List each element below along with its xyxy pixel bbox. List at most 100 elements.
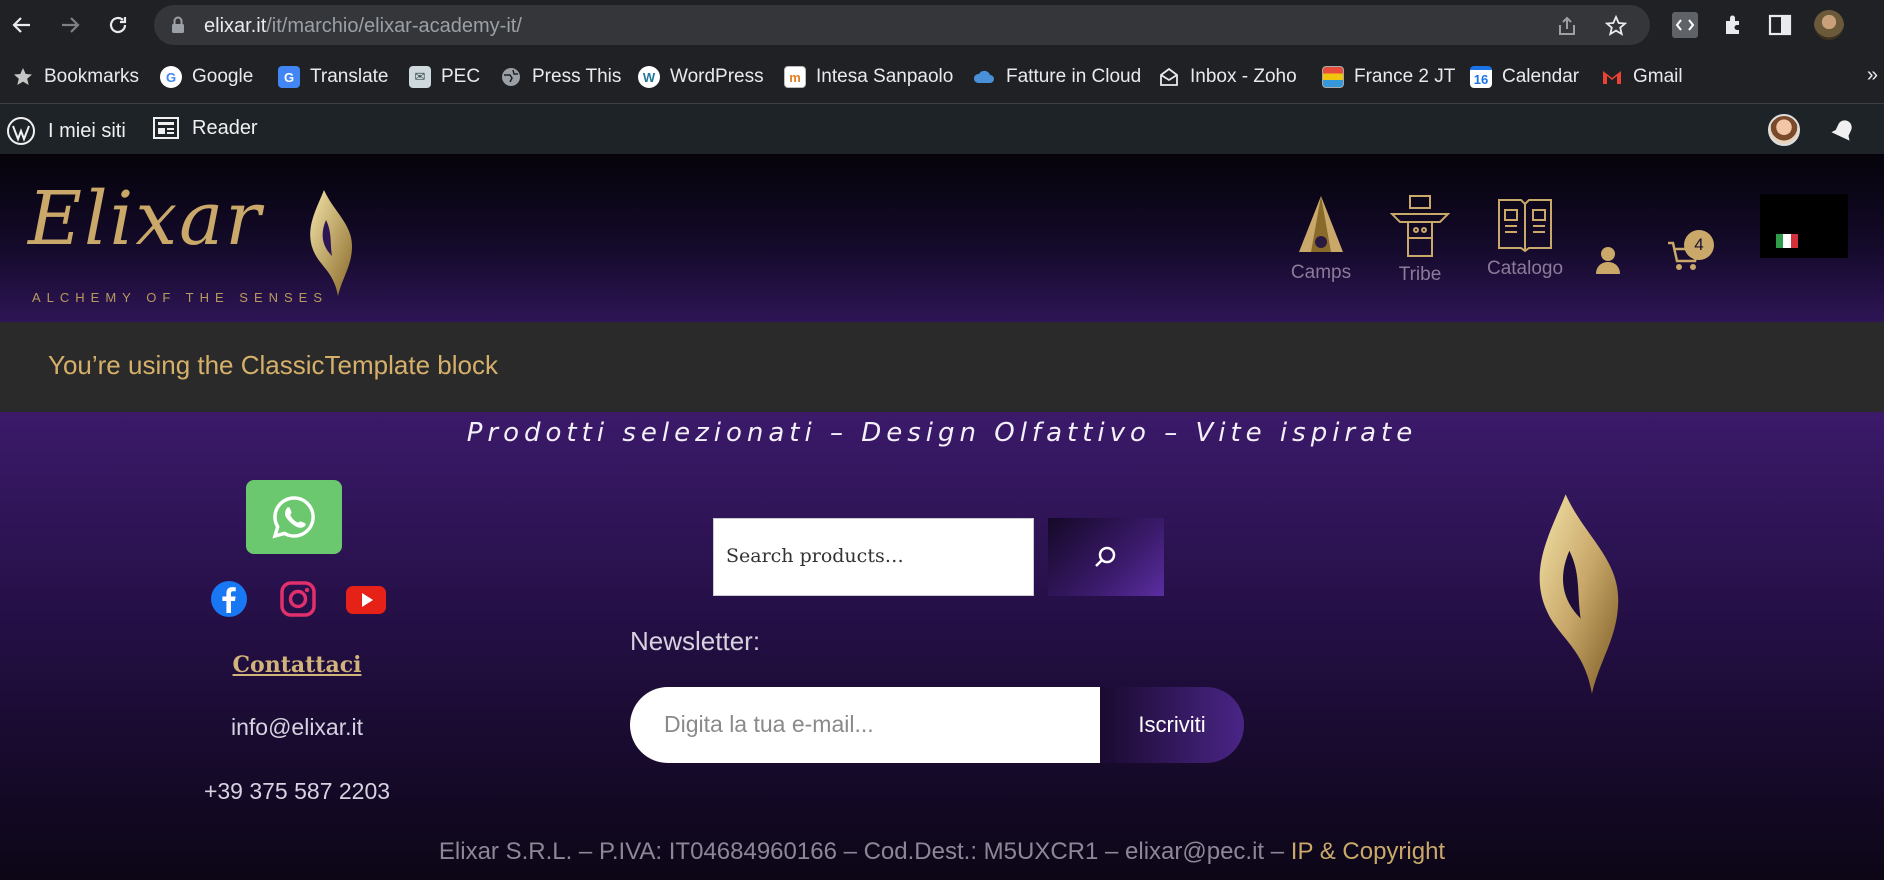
bookmark-gmail[interactable]: Gmail xyxy=(1601,64,1683,90)
reader-menu[interactable]: Reader xyxy=(152,116,258,140)
nav-label: Catalogo xyxy=(1486,258,1564,279)
bookmark-label: Inbox - Zoho xyxy=(1190,66,1297,87)
puzzle-extensions-icon[interactable] xyxy=(1721,12,1747,38)
side-panel-icon[interactable] xyxy=(1767,12,1793,38)
my-sites-menu[interactable]: I miei siti xyxy=(6,116,126,146)
copyright-line: Elixar S.R.L. – P.IVA: IT04684960166 – C… xyxy=(0,838,1884,866)
nav-label: Camps xyxy=(1290,262,1352,283)
tent-icon xyxy=(1299,196,1343,252)
logo-tagline: ALCHEMY OF THE SENSES xyxy=(32,290,329,305)
bookmark-google[interactable]: G Google xyxy=(160,64,253,90)
url-text: elixar.it/it/marchio/elixar-academy-it/ xyxy=(204,15,522,37)
arrow-left-icon xyxy=(12,17,30,33)
search-placeholder: Search products… xyxy=(726,545,904,567)
pec-icon: ✉ xyxy=(409,66,431,88)
bookmark-france2[interactable]: France 2 JT xyxy=(1322,64,1455,90)
star-bookmark-icon[interactable] xyxy=(1605,15,1627,37)
reader-label: Reader xyxy=(192,116,258,139)
language-switcher[interactable] xyxy=(1760,194,1848,258)
nav-camps[interactable]: Camps xyxy=(1288,194,1354,284)
user-avatar[interactable] xyxy=(1768,114,1800,146)
mail-icon xyxy=(1160,67,1178,86)
bookmark-calendar[interactable]: 16 Calendar xyxy=(1470,64,1579,90)
contact-link[interactable]: Contattaci xyxy=(0,652,594,678)
nav-tribe[interactable]: Tribe xyxy=(1388,194,1452,286)
bookmark-label: Press This xyxy=(532,66,622,87)
notice-text: You’re using the ClassicTemplate block xyxy=(48,350,498,380)
bookmark-translate[interactable]: G Translate xyxy=(278,64,389,90)
instagram-icon[interactable] xyxy=(279,580,317,618)
bookmark-intesa[interactable]: m Intesa Sanpaolo xyxy=(784,64,953,90)
reload-icon xyxy=(109,16,127,34)
bank-icon: m xyxy=(784,66,806,88)
product-search-input[interactable]: Search products… xyxy=(713,518,1034,596)
ip-copyright-link[interactable]: IP & Copyright xyxy=(1291,838,1445,865)
whatsapp-button[interactable] xyxy=(246,480,342,554)
bookmark-press-this[interactable]: Press This xyxy=(500,64,621,90)
totem-icon xyxy=(1390,195,1450,257)
google-icon: G xyxy=(160,66,182,88)
bookmark-zoho[interactable]: Inbox - Zoho xyxy=(1158,64,1297,90)
bookmark-label: Fatture in Cloud xyxy=(1006,66,1142,87)
browser-toolbar: elixar.it/it/marchio/elixar-academy-it/ xyxy=(0,0,1884,50)
flame-emblem-icon xyxy=(1539,494,1619,694)
nav-label: Tribe xyxy=(1398,264,1442,285)
site-logo[interactable]: Elixar xyxy=(28,176,263,262)
bookmark-pec[interactable]: ✉ PEC xyxy=(409,64,480,90)
gmail-icon xyxy=(1603,71,1621,84)
globe-icon xyxy=(502,68,520,86)
site-header: Elixar ALCHEMY OF THE SENSES Camps Tribe… xyxy=(0,154,1884,322)
bookmark-bookmarks[interactable]: Bookmarks xyxy=(12,64,139,90)
bookmark-wordpress[interactable]: W WordPress xyxy=(638,64,764,90)
cloud-icon xyxy=(973,70,994,83)
address-bar[interactable]: elixar.it/it/marchio/elixar-academy-it/ xyxy=(154,5,1650,45)
classic-template-notice: You’re using the ClassicTemplate block xyxy=(0,322,1884,412)
bookmark-label: Calendar xyxy=(1502,66,1580,87)
site-footer: Prodotti selezionati – Design Olfattivo … xyxy=(0,412,1884,880)
wordpress-icon: W xyxy=(638,66,660,88)
footer-tagline: Prodotti selezionati – Design Olfattivo … xyxy=(466,418,1418,448)
bookmark-label: Translate xyxy=(310,66,389,87)
book-icon xyxy=(1498,199,1552,252)
bookmark-label: Intesa Sanpaolo xyxy=(816,66,954,87)
newsletter-label: Newsletter: xyxy=(630,626,761,656)
contact-phone[interactable]: +39 375 587 2203 xyxy=(0,778,594,805)
italy-flag-icon xyxy=(1776,234,1798,248)
youtube-icon[interactable] xyxy=(346,586,386,614)
newsletter-email-input[interactable]: Digita la tua e-mail... xyxy=(630,687,1102,763)
forward-button[interactable] xyxy=(56,11,84,39)
share-icon[interactable] xyxy=(1556,15,1578,37)
calendar-icon: 16 xyxy=(1470,66,1492,88)
user-account-icon[interactable] xyxy=(1594,246,1622,276)
tv-icon xyxy=(1322,66,1344,88)
bookmarks-overflow-button[interactable]: » xyxy=(1867,64,1878,87)
facebook-icon[interactable] xyxy=(210,580,248,618)
translate-icon: G xyxy=(278,66,300,88)
bookmark-label: PEC xyxy=(441,66,481,87)
wordpress-icon xyxy=(7,117,35,145)
notifications-bell-icon[interactable] xyxy=(1828,116,1858,146)
reader-icon xyxy=(153,117,179,139)
wp-admin-bar: I miei siti Reader xyxy=(0,104,1884,154)
nav-catalogo[interactable]: Catalogo xyxy=(1484,194,1566,280)
bookmark-label: WordPress xyxy=(670,66,764,87)
reload-button[interactable] xyxy=(104,11,132,39)
flame-logo-icon xyxy=(310,190,352,296)
arrow-right-icon xyxy=(62,17,80,33)
newsletter-placeholder: Digita la tua e-mail... xyxy=(664,711,874,737)
bookmark-label: Google xyxy=(192,66,254,87)
bookmark-label: Bookmarks xyxy=(44,66,140,87)
devtools-extension-icon[interactable] xyxy=(1672,12,1698,38)
back-button[interactable] xyxy=(8,11,36,39)
bookmark-label: France 2 JT xyxy=(1354,66,1456,87)
contact-email[interactable]: info@elixar.it xyxy=(0,714,594,741)
bookmark-fatture[interactable]: Fatture in Cloud xyxy=(972,64,1141,90)
search-icon xyxy=(1095,546,1116,567)
cart-count-badge: 4 xyxy=(1684,230,1714,260)
profile-avatar[interactable] xyxy=(1814,10,1844,40)
search-button[interactable] xyxy=(1048,518,1164,596)
lock-icon xyxy=(172,16,184,33)
subscribe-button[interactable]: Iscriviti xyxy=(1100,687,1244,763)
whatsapp-icon xyxy=(272,496,315,539)
my-sites-label: I miei siti xyxy=(48,119,126,142)
